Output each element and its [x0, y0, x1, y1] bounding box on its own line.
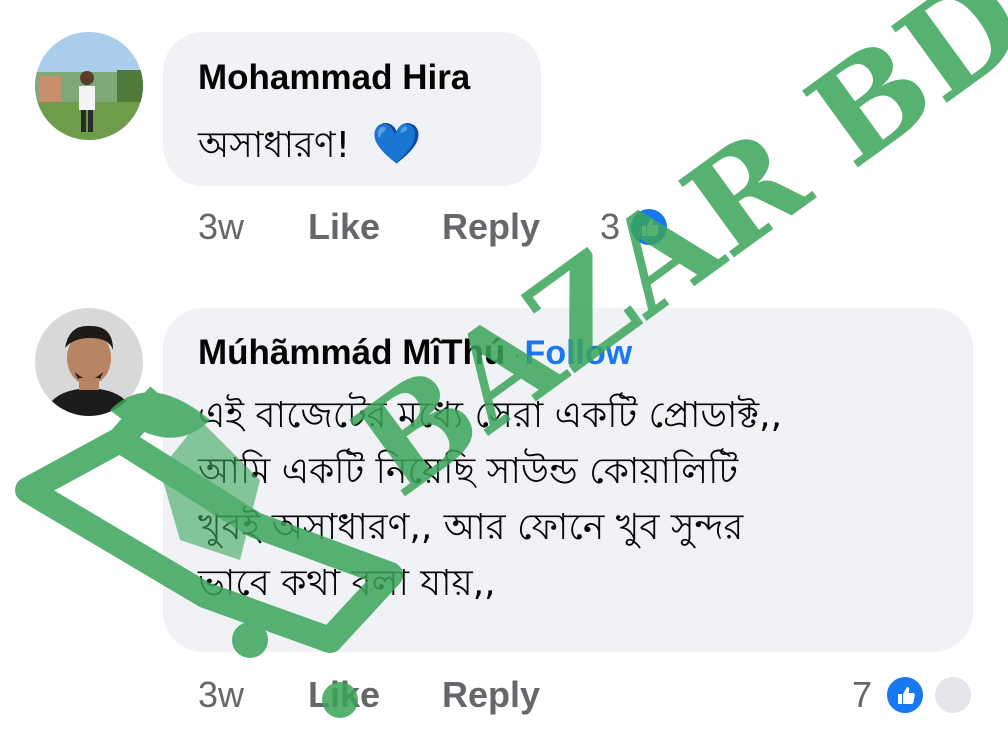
reaction-count[interactable]: 3 [600, 206, 620, 248]
comment-meta: 3w Like Reply 7 [0, 674, 1008, 718]
reaction-icon[interactable] [932, 674, 974, 716]
reaction-count[interactable]: 7 [852, 674, 872, 716]
like-button[interactable]: Like [308, 674, 380, 716]
avatar-muhammad-mithu[interactable] [35, 308, 143, 416]
like-button[interactable]: Like [308, 206, 380, 248]
follow-button[interactable]: Follow [525, 334, 633, 372]
comment-text-line: আমি একটি নিয়েছি সাউন্ড কোয়ালিটি [198, 451, 739, 492]
comment-text-line: খুবই অসাধারণ,, আর ফোনে খুব সুন্দর [198, 507, 744, 548]
avatar-mohammad-hira[interactable] [35, 32, 143, 140]
avatar-photo-icon [35, 308, 143, 416]
reply-button[interactable]: Reply [442, 206, 540, 248]
blue-heart-emoji: 💙 [371, 121, 422, 167]
comment-time[interactable]: 3w [198, 674, 244, 716]
comment-text: এই বাজেটের মধ্যে সেরা একটি প্রোডাক্ট,, আ… [198, 388, 958, 612]
reply-button[interactable]: Reply [442, 674, 540, 716]
comment-author[interactable]: Mohammad Hira [198, 58, 470, 98]
avatar-photo-icon [35, 32, 143, 140]
separator-dot: · [513, 341, 521, 367]
comment-meta: 3w Like Reply 3 [0, 206, 1008, 250]
comment-time[interactable]: 3w [198, 206, 244, 248]
comment-text: অসাধারণ! 💙 [198, 116, 421, 174]
comment-text-line: অসাধারণ! [198, 125, 351, 166]
comment-author[interactable]: Múhãmmád MîThú [198, 333, 505, 372]
like-reaction-icon[interactable] [884, 674, 926, 716]
comment-text-line: এই বাজেটের মধ্যে সেরা একটি প্রোডাক্ট,, [198, 395, 783, 436]
comment-text-line: ভাবে কথা বলা যায়,, [198, 563, 496, 604]
comment-author-row: Múhãmmád MîThú · Follow [198, 333, 632, 373]
like-reaction-icon[interactable] [628, 206, 670, 248]
